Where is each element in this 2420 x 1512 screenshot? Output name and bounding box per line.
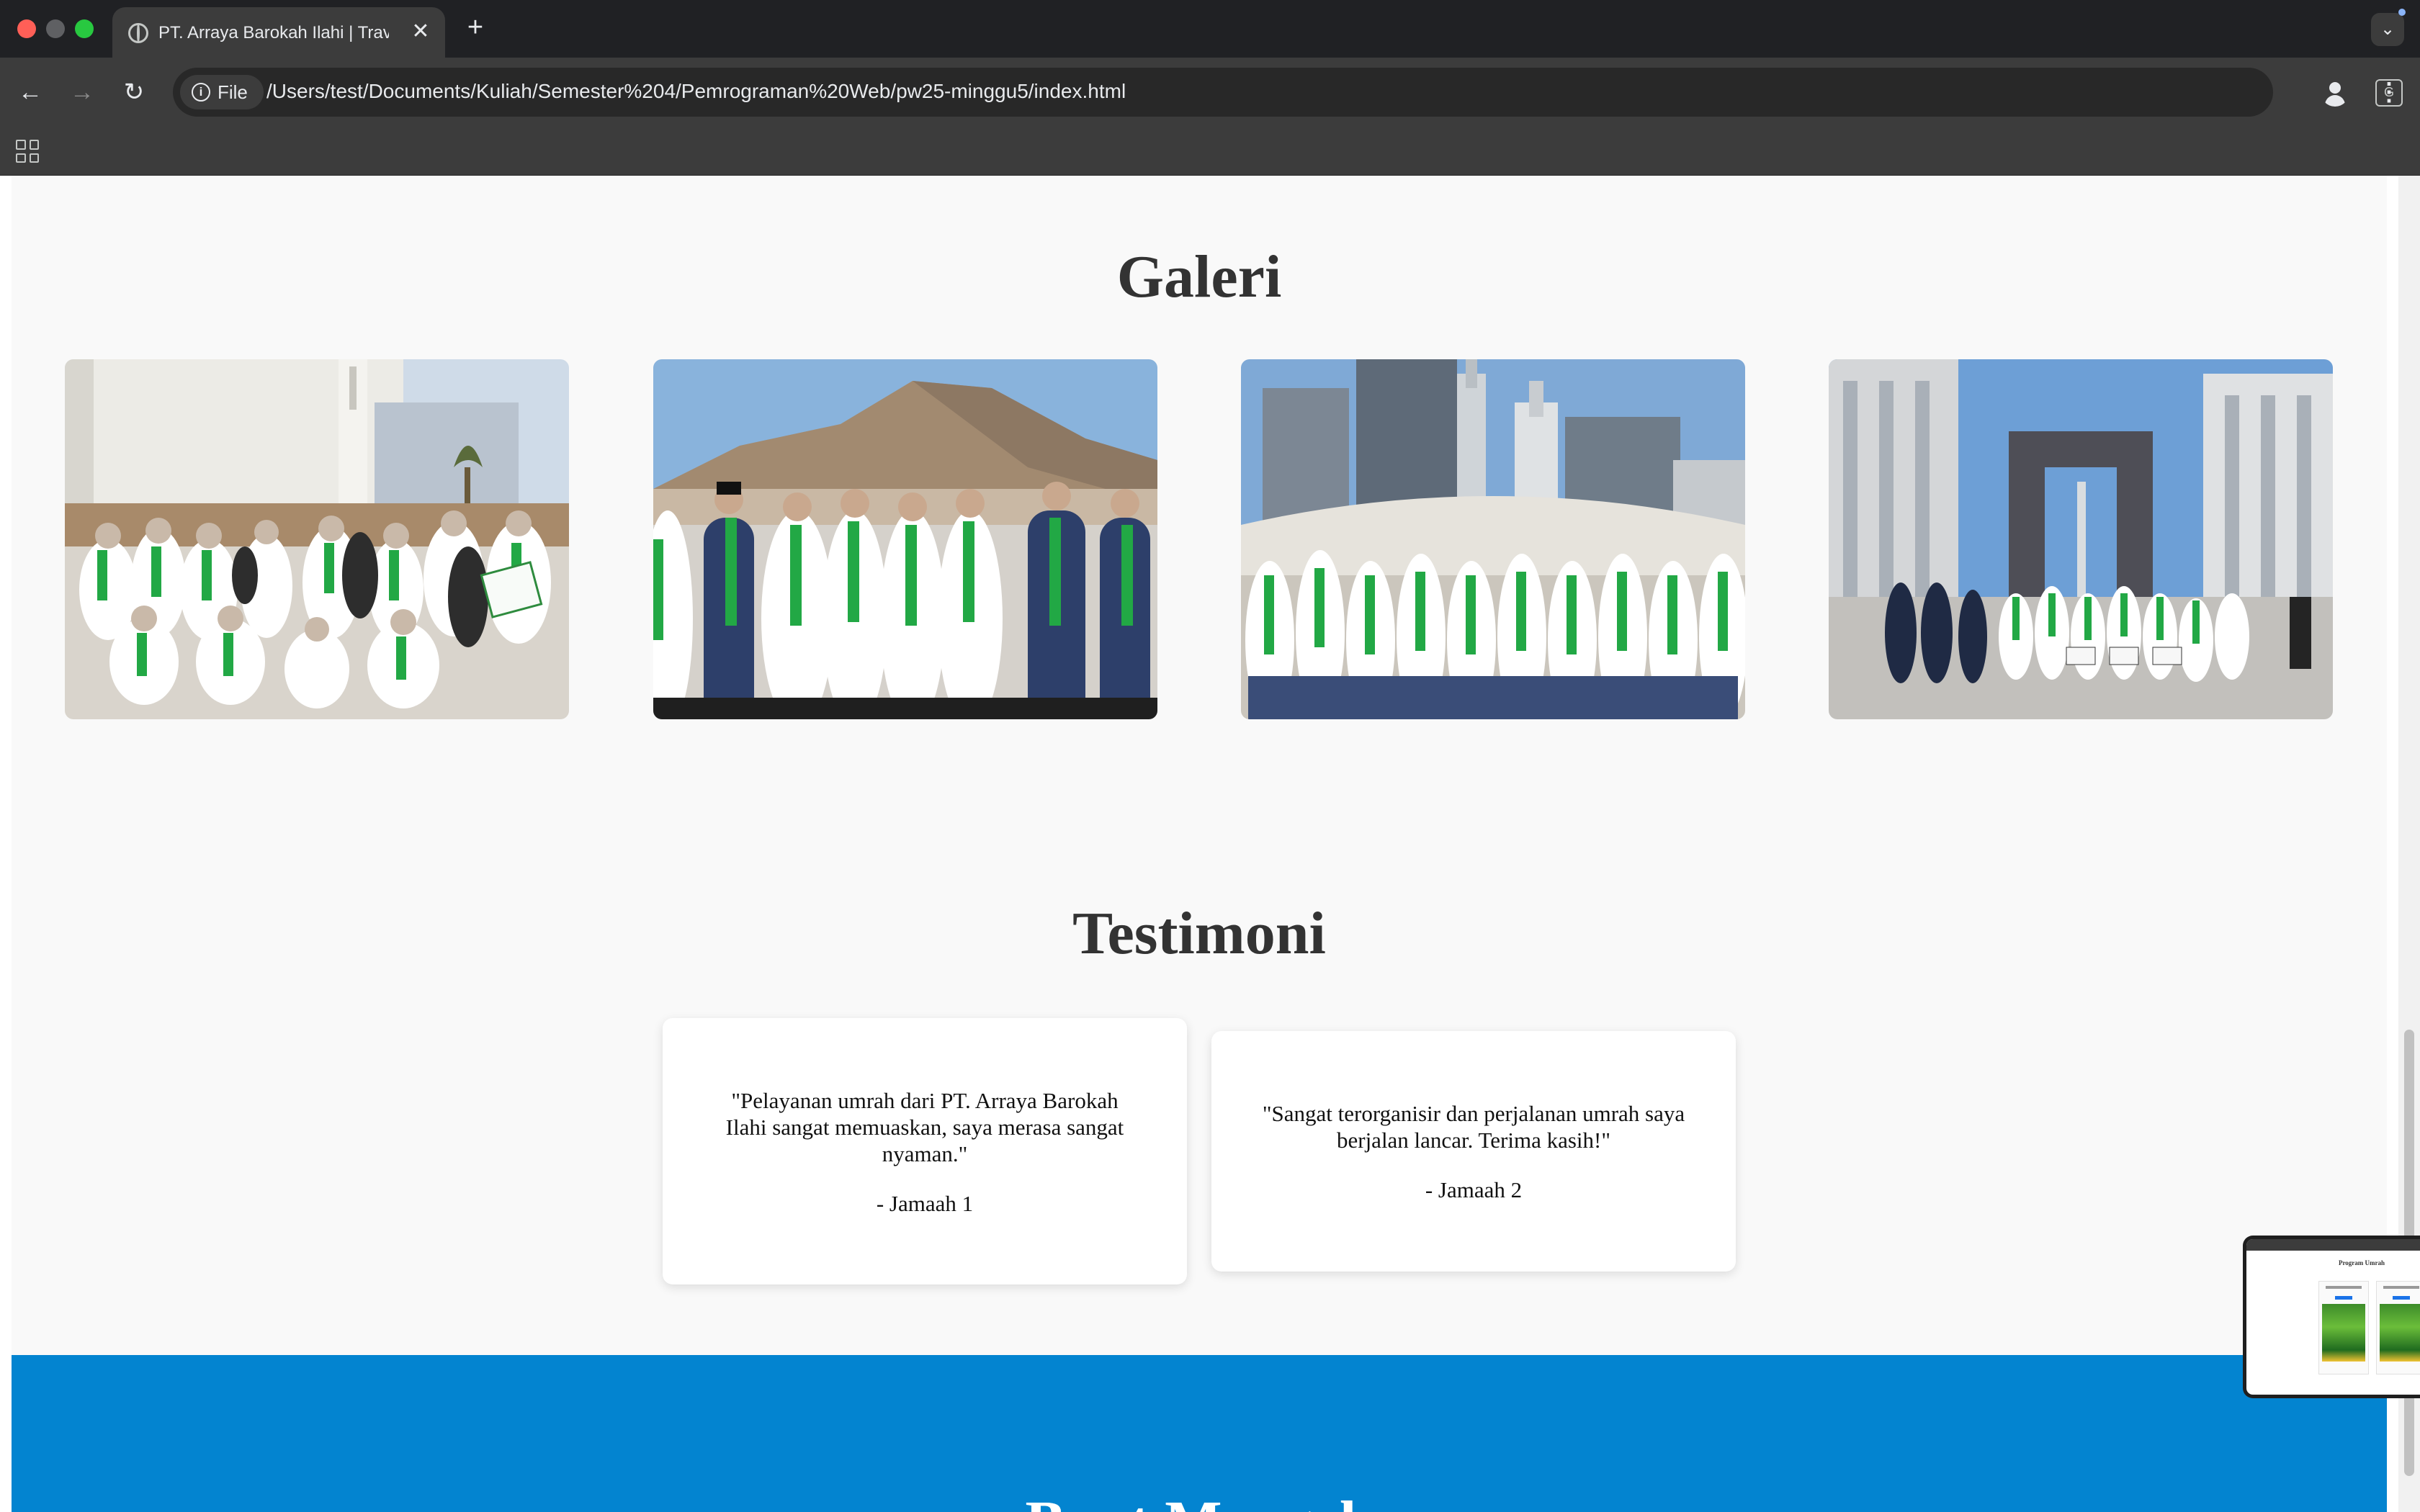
testimonial-card-1: "Pelayanan umrah dari PT. Arraya Barokah… bbox=[663, 1018, 1187, 1284]
back-arrow-icon[interactable]: ← bbox=[14, 76, 46, 108]
web-page: Galeri Testimoni "Pelayanan umrah dari P… bbox=[12, 176, 2387, 1512]
forward-arrow-icon[interactable]: → bbox=[66, 76, 98, 108]
gallery-photo-4 bbox=[1829, 359, 2333, 719]
testimonial-author: - Jamaah 1 bbox=[876, 1191, 974, 1216]
browser-tab-strip: PT. Arraya Barokah Ilahi | Travel ✕ + ⌄ bbox=[0, 0, 2420, 58]
tab-search-button[interactable]: ⌄ bbox=[2371, 13, 2404, 46]
page-viewport: Galeri Testimoni "Pelayanan umrah dari P… bbox=[0, 176, 2420, 1512]
preview-page-title: Program Umrah bbox=[2338, 1259, 2385, 1266]
apps-grid-icon[interactable] bbox=[16, 140, 39, 163]
contact-heading: Buat Mengek bbox=[12, 1488, 2387, 1512]
browser-toolbar: ← → ↻ i File /Users/test/Documents/Kulia… bbox=[0, 58, 2420, 127]
window-close-button[interactable] bbox=[17, 19, 36, 38]
gallery-photo-3 bbox=[1241, 359, 1745, 719]
testimonials-heading: Testimoni bbox=[1072, 900, 1326, 967]
window-maximize-button[interactable] bbox=[75, 19, 94, 38]
gallery-photo-2 bbox=[653, 359, 1157, 719]
profile-avatar-icon[interactable] bbox=[2321, 78, 2349, 107]
preview-card bbox=[2318, 1281, 2369, 1374]
contact-section: Buat Mengek bbox=[12, 1355, 2387, 1512]
site-info-label: File bbox=[218, 81, 248, 103]
preview-browser-bar bbox=[2246, 1239, 2420, 1251]
kebab-menu-icon[interactable]: ⋮ bbox=[2377, 76, 2401, 108]
tab-title: PT. Arraya Barokah Ilahi | Travel bbox=[158, 23, 389, 42]
browser-tab-active[interactable]: PT. Arraya Barokah Ilahi | Travel ✕ bbox=[112, 7, 445, 58]
reload-icon[interactable]: ↻ bbox=[118, 76, 150, 108]
globe-icon bbox=[128, 23, 148, 43]
url-text[interactable]: /Users/test/Documents/Kuliah/Semester%20… bbox=[266, 80, 1126, 103]
testimonial-quote: "Sangat terorganisir dan perjalanan umra… bbox=[1262, 1101, 1685, 1153]
screenshot-preview-thumbnail[interactable]: Program Umrah bbox=[2243, 1236, 2420, 1398]
address-bar[interactable]: i File /Users/test/Documents/Kuliah/Seme… bbox=[173, 68, 2403, 117]
testimonial-quote: "Pelayanan umrah dari PT. Arraya Barokah… bbox=[725, 1088, 1124, 1166]
gallery-heading: Galeri bbox=[1116, 243, 1282, 310]
info-icon: i bbox=[192, 83, 210, 102]
testimonial-author: - Jamaah 2 bbox=[1425, 1177, 1523, 1202]
preview-card bbox=[2376, 1281, 2420, 1374]
close-tab-icon[interactable]: ✕ bbox=[408, 19, 434, 45]
window-minimize-button[interactable] bbox=[46, 19, 65, 38]
new-tab-button[interactable]: + bbox=[462, 14, 488, 41]
gallery-photo-1 bbox=[65, 359, 569, 719]
testimonial-card-2: "Sangat terorganisir dan perjalanan umra… bbox=[1211, 1031, 1736, 1272]
bookmarks-bar bbox=[0, 127, 2420, 176]
site-info-chip[interactable]: i File bbox=[180, 75, 264, 109]
notification-dot bbox=[2398, 9, 2406, 16]
